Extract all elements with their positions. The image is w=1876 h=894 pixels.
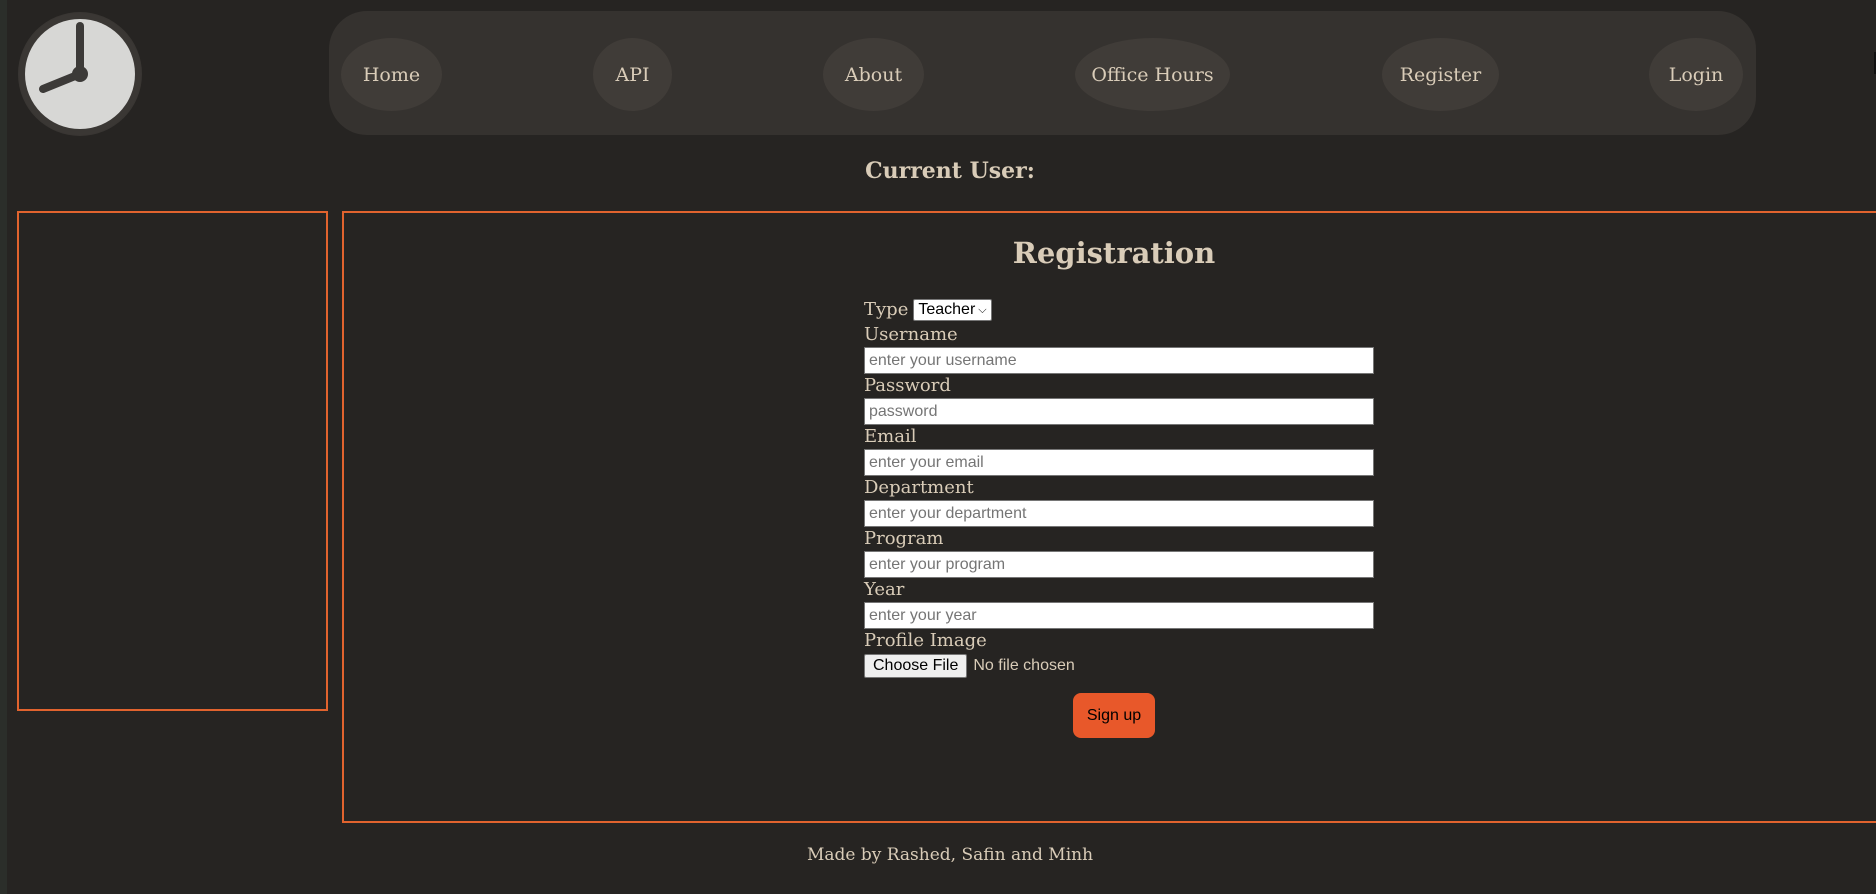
program-label: Program: [864, 528, 944, 549]
password-label: Password: [864, 375, 951, 396]
choose-file-button[interactable]: Choose File: [864, 654, 968, 678]
footer-credits: Made by Rashed, Safin and Minh: [806, 845, 1094, 865]
file-status-text: No file chosen: [973, 657, 1075, 674]
side-panel: [17, 211, 328, 711]
type-label: Type: [864, 299, 909, 320]
type-row: Type Teacher ⌵: [864, 297, 1374, 323]
profile-image-label: Profile Image: [864, 630, 987, 651]
nav-home[interactable]: Home: [341, 38, 442, 111]
current-user-label: Current User:: [865, 158, 1035, 184]
registration-form: Type Teacher ⌵ Username enter your usern…: [864, 297, 1374, 679]
nav-about[interactable]: About: [823, 38, 924, 111]
username-group: Username enter your username: [864, 323, 1374, 374]
year-label: Year: [864, 579, 905, 600]
department-label: Department: [864, 477, 974, 498]
password-input[interactable]: password: [864, 398, 1374, 425]
signup-button[interactable]: Sign up: [1073, 693, 1155, 738]
email-group: Email enter your email: [864, 425, 1374, 476]
nav-login[interactable]: Login: [1649, 38, 1743, 111]
left-edge-strip: [0, 0, 7, 894]
program-input[interactable]: enter your program: [864, 551, 1374, 578]
nav-office-hours[interactable]: Office Hours: [1075, 38, 1230, 111]
chevron-down-icon: ⌵: [978, 303, 987, 316]
email-label: Email: [864, 426, 917, 447]
department-group: Department enter your department: [864, 476, 1374, 527]
username-input[interactable]: enter your username: [864, 347, 1374, 374]
registration-title: Registration: [1012, 236, 1216, 270]
year-input[interactable]: enter your year: [864, 602, 1374, 629]
password-group: Password password: [864, 374, 1374, 425]
username-label: Username: [864, 324, 958, 345]
profile-image-row: Choose File No file chosen: [864, 653, 1374, 679]
nav-api[interactable]: API: [593, 38, 672, 111]
year-group: Year enter your year: [864, 578, 1374, 629]
page: Home API About Office Hours Register Log…: [0, 0, 1876, 894]
type-select-value: Teacher: [918, 301, 976, 318]
nav-register[interactable]: Register: [1382, 38, 1499, 111]
navbar: Home API About Office Hours Register Log…: [329, 11, 1756, 135]
type-select[interactable]: Teacher ⌵: [913, 299, 992, 321]
department-input[interactable]: enter your department: [864, 500, 1374, 527]
email-input[interactable]: enter your email: [864, 449, 1374, 476]
program-group: Program enter your program: [864, 527, 1374, 578]
clock-icon[interactable]: [18, 12, 142, 136]
